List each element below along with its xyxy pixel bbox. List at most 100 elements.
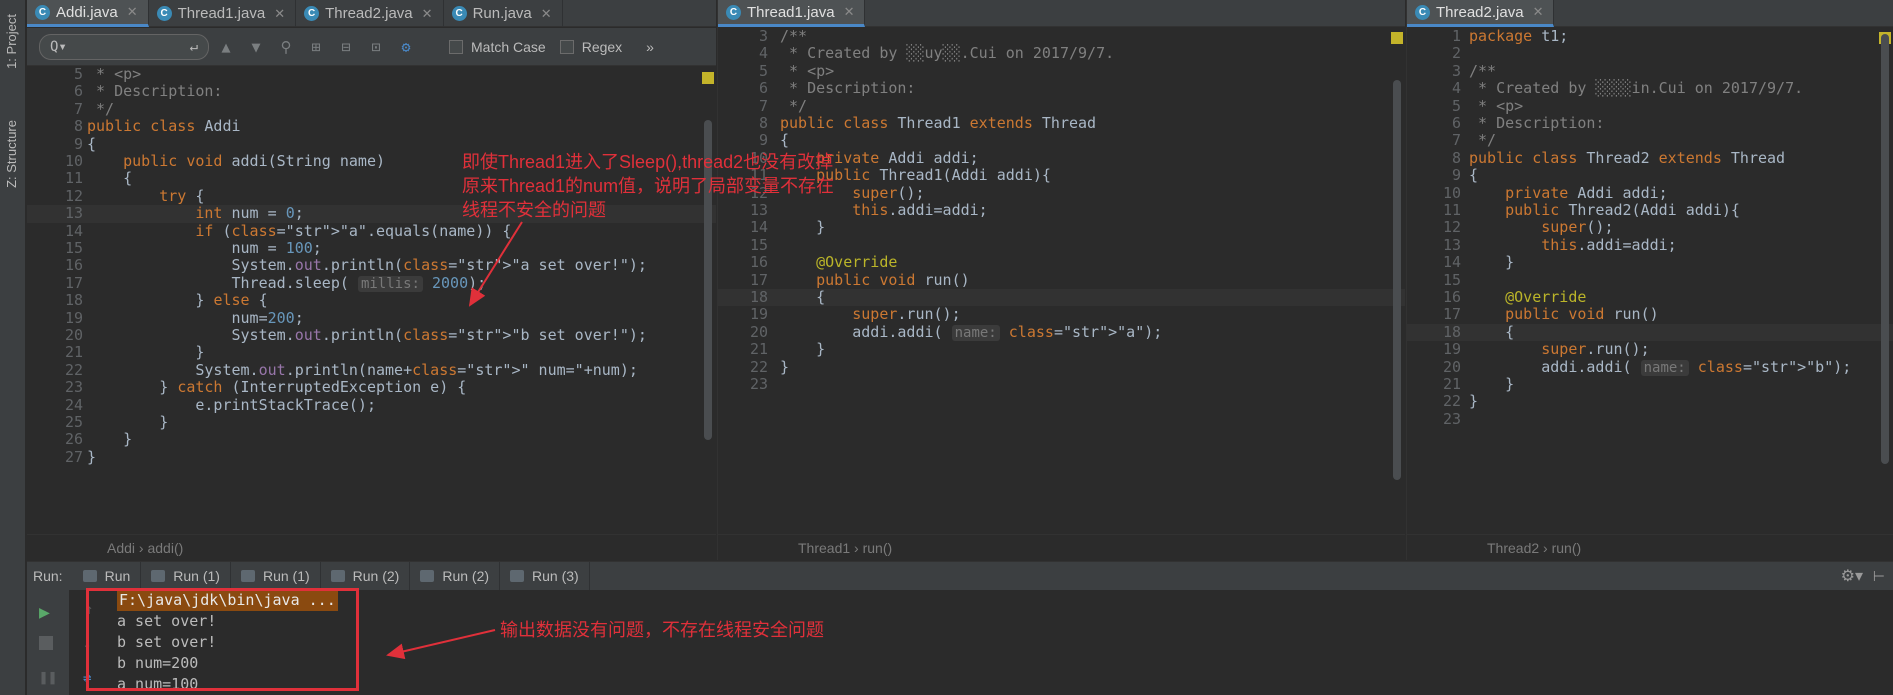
code-line[interactable]: 16 System.out.println(class="str">"a set… bbox=[27, 256, 716, 274]
close-icon[interactable]: ✕ bbox=[1533, 4, 1544, 20]
tab-thread1-java[interactable]: C Thread1.java ✕ bbox=[718, 0, 866, 27]
close-icon[interactable]: ✕ bbox=[274, 6, 285, 22]
code-line[interactable]: 19 num=200; bbox=[27, 309, 716, 327]
code-line[interactable]: 19 super.run(); bbox=[718, 305, 1405, 323]
code-line[interactable]: 25 } bbox=[27, 413, 716, 431]
code-line[interactable]: 20 System.out.println(class="str">"b set… bbox=[27, 326, 716, 344]
code-line[interactable]: 18 { bbox=[1407, 323, 1893, 342]
code-line[interactable]: 12 super(); bbox=[1407, 218, 1893, 236]
code-line[interactable]: 5 * <p> bbox=[27, 66, 716, 83]
code-line[interactable]: 14 if (class="str">"a".equals(name)) { bbox=[27, 222, 716, 240]
code-line[interactable]: 1 package t1; bbox=[1407, 28, 1893, 45]
code-line[interactable]: 21 } bbox=[718, 340, 1405, 358]
run-tab[interactable]: Run (2) bbox=[321, 562, 411, 590]
add-occurrence-icon[interactable]: ⊞ bbox=[303, 34, 329, 60]
code-line[interactable]: 8 public class Addi bbox=[27, 117, 716, 135]
breadcrumb-method[interactable]: run() bbox=[1552, 540, 1582, 556]
regex-checkbox[interactable]: Regex bbox=[559, 39, 622, 55]
next-occurrence-icon[interactable]: ▼ bbox=[243, 34, 269, 60]
code-line[interactable]: 8 public class Thread2 extends Thread bbox=[1407, 149, 1893, 167]
code-line[interactable]: 9{ bbox=[718, 131, 1405, 149]
structure-tool-tab[interactable]: Z: Structure bbox=[4, 120, 19, 188]
tab-thread1-java[interactable]: C Thread1.java ✕ bbox=[149, 0, 297, 27]
close-icon[interactable]: ✕ bbox=[844, 4, 855, 20]
code-area-thread2[interactable]: 1 package t1; 2 3/** 4 * Created by ░░░░in.C… bbox=[1407, 28, 1893, 534]
breadcrumb-method[interactable]: run() bbox=[863, 540, 893, 556]
tab-addi-java[interactable]: C Addi.java ✕ bbox=[27, 0, 149, 27]
tab-thread2-java[interactable]: C Thread2.java ✕ bbox=[296, 0, 444, 27]
stop-icon[interactable] bbox=[39, 636, 53, 650]
run-tab[interactable]: Run (1) bbox=[231, 562, 321, 590]
breadcrumb-class[interactable]: Thread1 bbox=[798, 540, 850, 556]
code-line[interactable]: 23 bbox=[1407, 410, 1893, 428]
code-line[interactable]: 10 private Addi addi; bbox=[1407, 184, 1893, 202]
match-case-checkbox[interactable]: Match Case bbox=[449, 39, 546, 55]
breadcrumb-class[interactable]: Thread2 bbox=[1487, 540, 1539, 556]
code-line[interactable]: 17 public void run() bbox=[718, 271, 1405, 289]
code-line[interactable]: 20 addi.addi( name: class="str">"b"); bbox=[1407, 358, 1893, 376]
code-area-addi[interactable]: 5 * <p> 6 * Description: 7 */8 public class… bbox=[27, 66, 716, 534]
code-line[interactable]: 11 public Thread2(Addi addi){ bbox=[1407, 201, 1893, 219]
code-line[interactable]: 20 addi.addi( name: class="str">"a"); bbox=[718, 323, 1405, 341]
code-line[interactable]: 15 bbox=[718, 236, 1405, 254]
find-in-path-icon[interactable]: ⚲ bbox=[273, 34, 299, 60]
code-line[interactable]: 27} bbox=[27, 448, 716, 466]
run-tab[interactable]: Run (3) bbox=[500, 562, 590, 590]
code-line[interactable]: 3 /** bbox=[1407, 62, 1893, 80]
run-tab[interactable]: Run (2) bbox=[410, 562, 501, 590]
run-tab[interactable]: Run (1) bbox=[141, 562, 231, 590]
scrollbar[interactable] bbox=[1393, 80, 1401, 480]
code-line[interactable]: 7 */ bbox=[27, 100, 716, 118]
code-line[interactable]: 3 /** bbox=[718, 28, 1405, 45]
code-line[interactable]: 14 } bbox=[1407, 253, 1893, 271]
code-line[interactable]: 7 */ bbox=[1407, 131, 1893, 149]
close-icon[interactable]: ✕ bbox=[541, 6, 552, 22]
breadcrumb-class[interactable]: Addi bbox=[107, 540, 135, 556]
filter-settings-icon[interactable]: ⚙ bbox=[393, 34, 419, 60]
pause-icon[interactable]: ❚❚ bbox=[39, 668, 57, 686]
gear-icon[interactable]: ⚙▾ bbox=[1841, 566, 1863, 586]
code-line[interactable]: 26 } bbox=[27, 430, 716, 448]
scrollbar[interactable] bbox=[1881, 34, 1889, 464]
close-icon[interactable]: ✕ bbox=[127, 4, 138, 20]
code-line[interactable]: 4 * Created by ░░░░in.Cui on 2017/9/7. bbox=[1407, 79, 1893, 97]
code-line[interactable]: 21 } bbox=[27, 343, 716, 361]
remove-occurrence-icon[interactable]: ⊟ bbox=[333, 34, 359, 60]
code-line[interactable]: 6 * Description: bbox=[718, 79, 1405, 97]
code-line[interactable]: 23 } catch (InterruptedException e) { bbox=[27, 378, 716, 396]
run-tab[interactable]: Run bbox=[73, 562, 142, 590]
code-line[interactable]: 5 * <p> bbox=[1407, 97, 1893, 115]
code-line[interactable]: 21 } bbox=[1407, 375, 1893, 393]
breadcrumb-method[interactable]: addi() bbox=[147, 540, 183, 556]
code-line[interactable]: 15 num = 100; bbox=[27, 239, 716, 257]
code-line[interactable]: 22} bbox=[718, 358, 1405, 376]
code-line[interactable]: 19 super.run(); bbox=[1407, 340, 1893, 358]
code-line[interactable]: 13 this.addi=addi; bbox=[1407, 236, 1893, 254]
tab-thread2-java[interactable]: C Thread2.java ✕ bbox=[1407, 0, 1555, 27]
close-icon[interactable]: ✕ bbox=[422, 6, 433, 22]
code-line[interactable]: 6 * Description: bbox=[27, 82, 716, 100]
code-line[interactable]: 22} bbox=[1407, 392, 1893, 410]
code-line[interactable]: 17 Thread.sleep( millis: 2000); bbox=[27, 274, 716, 292]
code-line[interactable]: 18 } else { bbox=[27, 291, 716, 309]
code-area-thread1[interactable]: 3/** 4 * Created by ░░uy░░.Cui on 2017/9/… bbox=[718, 28, 1405, 534]
code-line[interactable]: 4 * Created by ░░uy░░.Cui on 2017/9/7. bbox=[718, 44, 1405, 62]
rerun-icon[interactable]: ▶ bbox=[39, 602, 50, 623]
code-line[interactable]: 5 * <p> bbox=[718, 62, 1405, 80]
select-all-occurrences-icon[interactable]: ⊡ bbox=[363, 34, 389, 60]
code-line[interactable]: 6 * Description: bbox=[1407, 114, 1893, 132]
previous-occurrence-icon[interactable]: ▲ bbox=[213, 34, 239, 60]
code-line[interactable]: 16 @Override bbox=[1407, 288, 1893, 306]
code-line[interactable]: 23 bbox=[718, 375, 1405, 393]
code-line[interactable]: 15 bbox=[1407, 271, 1893, 289]
tab-run-java[interactable]: C Run.java ✕ bbox=[444, 0, 563, 27]
hide-icon[interactable]: ⊢ bbox=[1873, 568, 1885, 585]
code-line[interactable]: 18 { bbox=[718, 288, 1405, 307]
code-line[interactable]: 22 System.out.println(name+class="str">"… bbox=[27, 361, 716, 379]
code-line[interactable]: 2 bbox=[1407, 44, 1893, 62]
project-tool-tab[interactable]: 1: Project bbox=[4, 14, 19, 69]
more-options-icon[interactable]: » bbox=[646, 39, 654, 55]
code-line[interactable]: 17 public void run() bbox=[1407, 305, 1893, 323]
code-line[interactable]: 8 public class Thread1 extends Thread bbox=[718, 114, 1405, 132]
search-input[interactable]: Q▾ ↵ bbox=[39, 33, 209, 60]
